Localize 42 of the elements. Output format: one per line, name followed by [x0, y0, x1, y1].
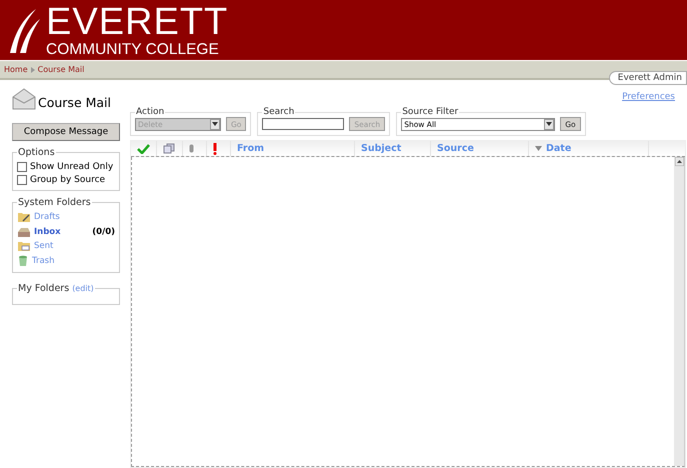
folder-link[interactable]: Trash — [32, 256, 54, 266]
column-header[interactable]: Source — [437, 143, 474, 154]
folder-link[interactable]: Sent — [34, 241, 54, 252]
edit-link[interactable]: (edit) — [72, 284, 94, 293]
caret-icon — [212, 122, 218, 126]
compose-message-button[interactable]: Compose Message — [12, 123, 120, 141]
college-subtitle: COMMUNITY COLLEGE — [46, 42, 220, 58]
panel-legend: Search — [262, 107, 296, 117]
scroll-up-icon[interactable] — [674, 157, 684, 166]
inbox-tray-icon — [17, 226, 31, 238]
panel-legend: Source Filter — [401, 107, 460, 117]
preferences-link[interactable]: Preferences — [622, 92, 675, 102]
folder-link[interactable]: Drafts — [34, 212, 60, 222]
panel-legend: Action — [135, 107, 166, 117]
checkmark-icon[interactable] — [137, 144, 150, 154]
panel-legend: My Folders — [18, 283, 70, 294]
checkbox-label: Group by Source — [30, 174, 106, 184]
college-name: EVERETT — [46, 2, 228, 41]
panel-legend: System Folders — [17, 197, 92, 208]
column-header[interactable]: Date — [546, 143, 572, 154]
checkbox-label: Show Unread Only — [30, 162, 114, 172]
folder-letter-icon — [17, 240, 31, 252]
caret-icon — [546, 122, 552, 126]
folder-pencil-icon — [17, 211, 31, 224]
breadcrumb-link[interactable]: Course Mail — [38, 65, 84, 74]
breadcrumb-separator-icon — [30, 66, 35, 72]
checkbox[interactable] — [17, 174, 27, 184]
message-count: (0/0) — [92, 226, 115, 237]
exclamation-icon[interactable] — [213, 142, 217, 154]
paperclip-icon[interactable] — [189, 144, 194, 153]
documents-icon[interactable] — [163, 143, 175, 154]
search-field[interactable] — [262, 118, 344, 130]
scrollbar[interactable] — [674, 157, 684, 466]
column-header[interactable]: Subject — [361, 143, 402, 154]
column-header[interactable]: From — [237, 143, 264, 154]
checkbox[interactable] — [17, 162, 27, 172]
page-title: Course Mail — [38, 94, 112, 110]
trash-bin-icon — [17, 254, 29, 267]
breadcrumb-link[interactable]: Home — [4, 65, 28, 74]
panel-legend: Options — [17, 147, 56, 158]
folder-link[interactable]: Inbox — [34, 226, 61, 237]
envelope-icon — [12, 88, 36, 110]
